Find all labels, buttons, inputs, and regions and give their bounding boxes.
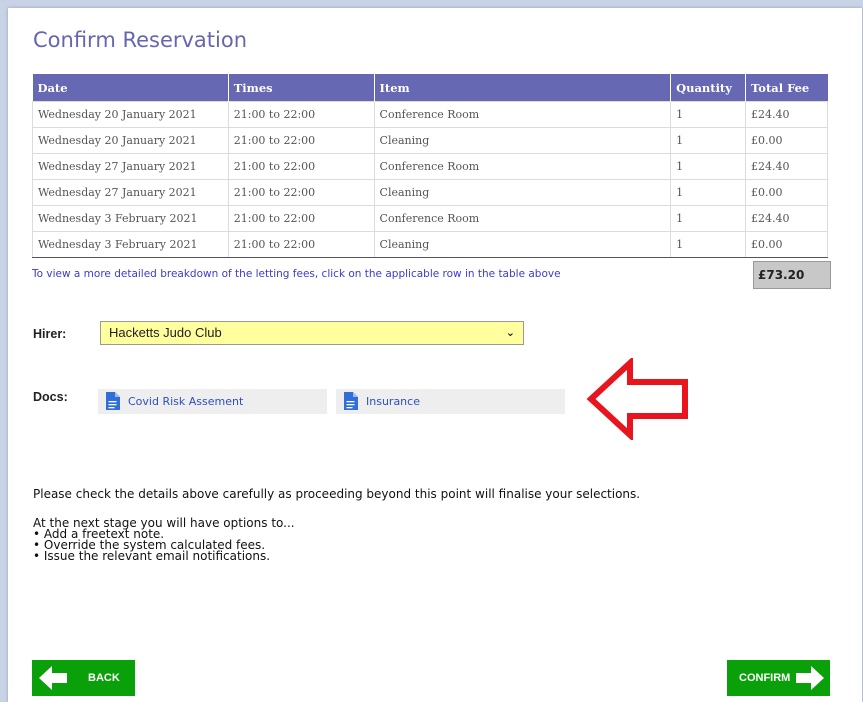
doc-insurance[interactable]: Insurance xyxy=(336,389,565,414)
cell-item: Conference Room xyxy=(373,153,672,180)
warning-message: Please check the details above carefully… xyxy=(33,487,641,501)
back-button[interactable]: BACK xyxy=(32,660,135,696)
arrow-left-outline-icon xyxy=(586,356,690,445)
document-icon xyxy=(105,392,120,413)
docs-label: Docs: xyxy=(33,390,68,404)
table-row[interactable]: Wednesday 27 January 2021 21:00 to 22:00… xyxy=(32,179,828,206)
doc-covid-risk-assessment[interactable]: Covid Risk Assement xyxy=(98,389,327,414)
cell-date: Wednesday 3 February 2021 xyxy=(32,231,229,258)
cell-times: 21:00 to 22:00 xyxy=(227,231,375,258)
cell-times: 21:00 to 22:00 xyxy=(227,153,375,180)
cell-fee: £0.00 xyxy=(745,231,828,258)
cell-item: Conference Room xyxy=(373,205,672,232)
cell-date: Wednesday 27 January 2021 xyxy=(32,153,229,180)
table-row[interactable]: Wednesday 27 January 2021 21:00 to 22:00… xyxy=(32,153,828,180)
header-item: Item xyxy=(374,74,672,102)
table-row[interactable]: Wednesday 3 February 2021 21:00 to 22:00… xyxy=(32,205,828,232)
option-item: • Issue the relevant email notifications… xyxy=(33,549,271,563)
cell-quantity: 1 xyxy=(670,127,747,154)
header-total-fee: Total Fee xyxy=(745,74,828,102)
reservation-panel: Confirm Reservation Date Times Item Quan… xyxy=(8,8,862,702)
header-quantity: Quantity xyxy=(670,74,747,102)
page-title: Confirm Reservation xyxy=(33,28,248,52)
cell-fee: £0.00 xyxy=(745,179,828,206)
total-fee: £73.20 xyxy=(753,261,831,289)
header-date: Date xyxy=(32,74,229,102)
cell-times: 21:00 to 22:00 xyxy=(227,205,375,232)
cell-times: 21:00 to 22:00 xyxy=(227,127,375,154)
back-label: BACK xyxy=(88,672,120,684)
cell-quantity: 1 xyxy=(670,101,747,128)
cell-date: Wednesday 3 February 2021 xyxy=(32,205,229,232)
table-header-row: Date Times Item Quantity Total Fee xyxy=(32,74,828,102)
cell-times: 21:00 to 22:00 xyxy=(227,179,375,206)
document-icon xyxy=(343,392,358,413)
confirm-label: CONFIRM xyxy=(739,672,791,684)
chevron-down-icon: ⌄ xyxy=(505,327,515,339)
cell-fee: £0.00 xyxy=(745,127,828,154)
fees-table: Date Times Item Quantity Total Fee Wedne… xyxy=(32,74,828,258)
arrow-right-icon xyxy=(796,666,824,690)
breakdown-note: To view a more detailed breakdown of the… xyxy=(32,268,561,280)
table-row[interactable]: Wednesday 20 January 2021 21:00 to 22:00… xyxy=(32,127,828,154)
hirer-select[interactable]: Hacketts Judo Club ⌄ xyxy=(100,321,524,345)
cell-quantity: 1 xyxy=(670,153,747,180)
cell-fee: £24.40 xyxy=(745,205,828,232)
cell-date: Wednesday 20 January 2021 xyxy=(32,127,229,154)
hirer-selected-value: Hacketts Judo Club xyxy=(109,325,222,340)
doc-label: Covid Risk Assement xyxy=(128,395,244,408)
cell-fee: £24.40 xyxy=(745,101,828,128)
cell-quantity: 1 xyxy=(670,231,747,258)
confirm-button[interactable]: CONFIRM xyxy=(727,660,830,696)
cell-quantity: 1 xyxy=(670,179,747,206)
cell-quantity: 1 xyxy=(670,205,747,232)
cell-date: Wednesday 27 January 2021 xyxy=(32,179,229,206)
cell-date: Wednesday 20 January 2021 xyxy=(32,101,229,128)
cell-times: 21:00 to 22:00 xyxy=(227,101,375,128)
cell-item: Cleaning xyxy=(373,127,672,154)
header-times: Times xyxy=(228,74,375,102)
cell-item: Cleaning xyxy=(373,179,672,206)
cell-item: Conference Room xyxy=(373,101,672,128)
table-row[interactable]: Wednesday 3 February 2021 21:00 to 22:00… xyxy=(32,231,828,258)
table-row[interactable]: Wednesday 20 January 2021 21:00 to 22:00… xyxy=(32,101,828,128)
hirer-label: Hirer: xyxy=(33,327,67,341)
arrow-left-icon xyxy=(39,666,67,690)
cell-item: Cleaning xyxy=(373,231,672,258)
doc-label: Insurance xyxy=(366,395,420,408)
cell-fee: £24.40 xyxy=(745,153,828,180)
